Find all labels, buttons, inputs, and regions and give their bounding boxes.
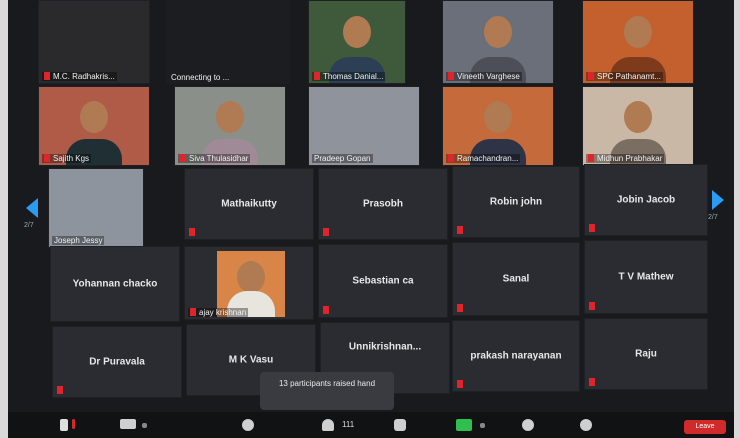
participant-name: Yohannan chacko: [72, 278, 158, 290]
muted-mic-icon: [323, 228, 329, 236]
participant-video: [216, 101, 244, 134]
participant-video-tile[interactable]: Sajith Kgs: [38, 86, 150, 166]
participant-video-tile[interactable]: Midhun Prabhakar: [582, 86, 694, 166]
muted-mic-icon: [44, 72, 50, 80]
participant-video-tile[interactable]: Pradeep Gopan: [308, 86, 420, 166]
muted-mic-icon: [457, 226, 463, 234]
participant-name: Dr Puravala: [89, 356, 145, 368]
participant-name-tag: ajay krishnan: [188, 308, 249, 317]
participant-name-tag: Ramachandran...: [446, 154, 521, 163]
leave-meeting-button[interactable]: Leave: [684, 420, 726, 434]
raised-hand-notification[interactable]: 13 participants raised hand: [260, 372, 394, 410]
muted-mic-icon: [44, 154, 50, 162]
participant-name: prakash narayanan: [470, 350, 562, 362]
participant-tile[interactable]: Yohannan chacko: [50, 246, 180, 322]
participant-name-tag: Joseph Jessy: [52, 236, 105, 245]
muted-mic-icon: [588, 72, 594, 80]
muted-mic-icon: [589, 224, 595, 232]
chevron-up-icon[interactable]: [142, 423, 147, 428]
participant-name: T V Mathew: [618, 271, 674, 283]
reactions-icon[interactable]: [580, 419, 592, 431]
chat-icon[interactable]: [394, 419, 406, 431]
muted-mic-icon: [180, 154, 186, 162]
participant-video: [484, 101, 512, 134]
participant-name-tag: Vineeth Varghese: [446, 72, 522, 81]
participant-name: Sanal: [502, 273, 530, 285]
mute-slash-icon: [72, 419, 75, 429]
participant-name-tag: Sajith Kgs: [42, 154, 92, 163]
participant-video-tile[interactable]: Ramachandran...: [442, 86, 554, 166]
muted-mic-icon: [457, 380, 463, 388]
muted-mic-icon: [57, 386, 63, 394]
share-screen-icon[interactable]: [456, 419, 472, 431]
muted-mic-icon: [448, 154, 454, 162]
chevron-up-icon[interactable]: [480, 423, 485, 428]
next-page-arrow-icon[interactable]: [712, 190, 724, 210]
participant-name-tag: Thomas Danial...: [312, 72, 386, 81]
muted-mic-icon: [323, 306, 329, 314]
participant-name: Jobin Jacob: [616, 194, 676, 206]
participant-tile[interactable]: Mathaikutty: [184, 168, 314, 240]
participant-video-tile[interactable]: SPC Pathanamt...: [582, 0, 694, 84]
muted-mic-icon: [189, 228, 195, 236]
participant-video: [80, 101, 108, 134]
participant-video: [484, 15, 512, 48]
participants-icon[interactable]: [322, 419, 334, 431]
participant-count: 111: [342, 420, 355, 429]
meeting-toolbar: 111 Leave: [8, 412, 734, 438]
participant-tile[interactable]: T V Mathew: [584, 240, 708, 314]
participant-tile[interactable]: Prasobh: [318, 168, 448, 240]
muted-mic-icon: [589, 302, 595, 310]
participant-tile[interactable]: Connecting to ...: [166, 0, 290, 84]
participant-video-tile[interactable]: ajay krishnan: [184, 246, 314, 320]
participant-name-tag: Connecting to ...: [171, 73, 230, 82]
participant-name-tag: Midhun Prabhakar: [586, 154, 665, 163]
participant-name-tag: SPC Pathanamt...: [586, 72, 664, 81]
previous-page-arrow-icon[interactable]: [26, 198, 38, 218]
participant-tile[interactable]: Robin john: [452, 166, 580, 238]
participant-tile[interactable]: M.C. Radhakris...: [38, 0, 150, 84]
video-camera-icon[interactable]: [120, 419, 136, 429]
participant-video-tile[interactable]: Siva Thulasidhar: [174, 86, 286, 166]
participant-name-tag: Siva Thulasidhar: [178, 154, 251, 163]
participant-video-tile[interactable]: Vineeth Varghese: [442, 0, 554, 84]
participant-name: Robin john: [489, 196, 543, 208]
participant-name: Mathaikutty: [221, 198, 277, 210]
zoom-meeting-window: M.C. Radhakris... Connecting to ... Thom…: [8, 0, 734, 438]
participant-name: Sebastian ca: [352, 275, 414, 287]
microphone-icon[interactable]: [60, 419, 68, 431]
muted-mic-icon: [314, 72, 320, 80]
participant-name-tag: M.C. Radhakris...: [42, 72, 117, 81]
participant-tile[interactable]: Sanal: [452, 242, 580, 316]
participant-video-tile[interactable]: Joseph Jessy: [48, 168, 144, 248]
participant-tile[interactable]: Raju: [584, 318, 708, 390]
muted-mic-icon: [190, 308, 196, 316]
participant-tile[interactable]: Dr Puravala: [52, 326, 182, 398]
participant-tile[interactable]: Sebastian ca: [318, 244, 448, 318]
participant-name: Raju: [635, 348, 657, 360]
participant-video: [624, 15, 652, 48]
participant-tile[interactable]: prakash narayanan: [452, 320, 580, 392]
participant-name: Prasobh: [362, 198, 404, 210]
participant-video-tile[interactable]: Thomas Danial...: [308, 0, 406, 84]
muted-mic-icon: [588, 154, 594, 162]
muted-mic-icon: [457, 304, 463, 312]
participant-name: Unnikrishnan...: [348, 341, 422, 353]
participant-name: M K Vasu: [228, 354, 274, 366]
record-icon[interactable]: [522, 419, 534, 431]
muted-mic-icon: [589, 378, 595, 386]
page-indicator-left: 2/7: [24, 222, 34, 229]
security-shield-icon[interactable]: [242, 419, 254, 431]
muted-mic-icon: [448, 72, 454, 80]
participant-name-tag: Pradeep Gopan: [312, 154, 373, 163]
participant-video: [624, 101, 652, 134]
participant-tile[interactable]: Jobin Jacob: [584, 164, 708, 236]
participant-video: [343, 15, 371, 48]
page-indicator-right: 2/7: [708, 214, 718, 221]
